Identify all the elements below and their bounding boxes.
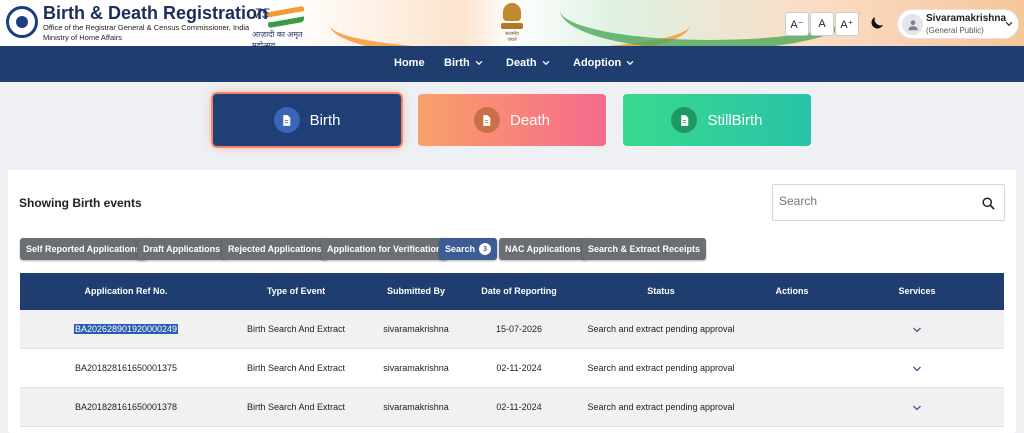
section-title: Showing Birth events (19, 196, 142, 210)
nav-item-home[interactable]: Home (394, 57, 425, 69)
dark-mode-moon-icon[interactable] (868, 14, 886, 32)
column-header-type: Type of Event (266, 286, 326, 296)
cell-status: Search and extract pending approval (587, 324, 735, 334)
avatar-icon (902, 14, 923, 35)
chevron-down-icon (1005, 21, 1013, 27)
font-decrease-button[interactable]: A⁻ (785, 12, 809, 36)
document-icon (671, 107, 698, 133)
table-row[interactable]: BA201828161650001378 Birth Search And Ex… (20, 388, 1004, 427)
nav-item-birth[interactable]: Birth (444, 57, 484, 69)
search-box (772, 184, 1005, 221)
tab-draft-applications[interactable]: Draft Applications (137, 238, 227, 260)
crs-logo-icon[interactable] (6, 6, 38, 38)
column-header-actions: Actions (775, 286, 809, 296)
chevron-down-icon (542, 60, 549, 66)
azadi-ka-amrit-mahotsav-logo: 75 आज़ादी का अमृत महोत्सव (252, 5, 304, 46)
cell-type: Birth Search And Extract (246, 324, 346, 334)
user-name: Sivaramakrishna (926, 13, 1007, 24)
cell-ref[interactable]: BA201828161650001378 (75, 402, 177, 412)
search-icon[interactable] (981, 196, 996, 211)
column-header-status: Status (647, 286, 675, 296)
font-normal-button[interactable]: A (810, 12, 834, 36)
table-row[interactable]: BA202628901920000249 Birth Search And Ex… (20, 310, 1004, 349)
column-header-date: Date of Reporting (481, 286, 557, 296)
cell-ref[interactable]: BA201828161650001375 (75, 363, 177, 373)
column-header-ref: Application Ref No. (84, 286, 168, 296)
cell-status: Search and extract pending approval (587, 363, 735, 373)
site-title[interactable]: Birth & Death Registration (43, 3, 268, 24)
user-role: (General Public) (926, 26, 984, 35)
column-header-submitted-by: Submitted By (386, 286, 446, 296)
site-subtitle-ministry: Ministry of Home Affairs (43, 33, 123, 42)
cell-type: Birth Search And Extract (246, 402, 346, 412)
tab-search-extract-receipts[interactable]: Search & Extract Receipts (582, 238, 707, 260)
site-subtitle: Office of the Registrar General & Census… (43, 23, 250, 32)
tab-rejected-applications[interactable]: Rejected Applications (222, 238, 328, 260)
flag-icon (268, 5, 304, 29)
cell-submitted-by: sivaramakrishna (383, 363, 449, 373)
chevron-down-icon[interactable] (911, 324, 923, 336)
cell-date: 02-11-2024 (496, 363, 542, 373)
cell-submitted-by: sivaramakrishna (383, 402, 449, 412)
table-header: Application Ref No. Type of Event Submit… (20, 273, 1004, 310)
site-header: Birth & Death Registration Office of the… (0, 0, 1024, 46)
death-event-button[interactable]: Death (418, 94, 606, 146)
document-icon (473, 107, 500, 133)
nav-item-adoption[interactable]: Adoption (573, 57, 635, 69)
column-header-services: Services (898, 286, 936, 296)
cell-date: 02-11-2024 (496, 402, 542, 412)
search-count-badge: 3 (479, 243, 492, 255)
cell-type: Birth Search And Extract (246, 363, 346, 373)
search-input[interactable] (779, 194, 969, 208)
birth-event-button[interactable]: Birth (213, 94, 401, 146)
cell-status: Search and extract pending approval (587, 402, 735, 412)
document-icon (273, 107, 300, 133)
cell-date: 15-07-2026 (495, 324, 543, 334)
user-menu[interactable]: Sivaramakrishna (General Public) (897, 9, 1019, 39)
chevron-down-icon[interactable] (911, 402, 923, 414)
chevron-down-icon (626, 60, 634, 66)
stillbirth-event-button[interactable]: StillBirth (623, 94, 811, 146)
nav-item-death[interactable]: Death (506, 57, 551, 69)
tab-search[interactable]: Search 3 (439, 238, 498, 260)
cell-submitted-by: sivaramakrishna (383, 324, 449, 334)
tab-nac-applications[interactable]: NAC Applications (499, 238, 587, 260)
chevron-down-icon[interactable] (911, 363, 923, 375)
national-emblem-icon: सत्यमेव जयते (500, 3, 524, 43)
chevron-down-icon (475, 60, 483, 66)
font-increase-button[interactable]: A⁺ (835, 12, 859, 36)
tab-application-for-verification[interactable]: Application for Verification (321, 238, 448, 260)
main-nav: Home Birth Death Adoption (0, 46, 1024, 82)
cell-ref[interactable]: BA202628901920000249 (73, 324, 179, 334)
tab-self-reported-applications[interactable]: Self Reported Applications (20, 238, 147, 260)
table-row[interactable]: BA201828161650001375 Birth Search And Ex… (20, 349, 1004, 388)
